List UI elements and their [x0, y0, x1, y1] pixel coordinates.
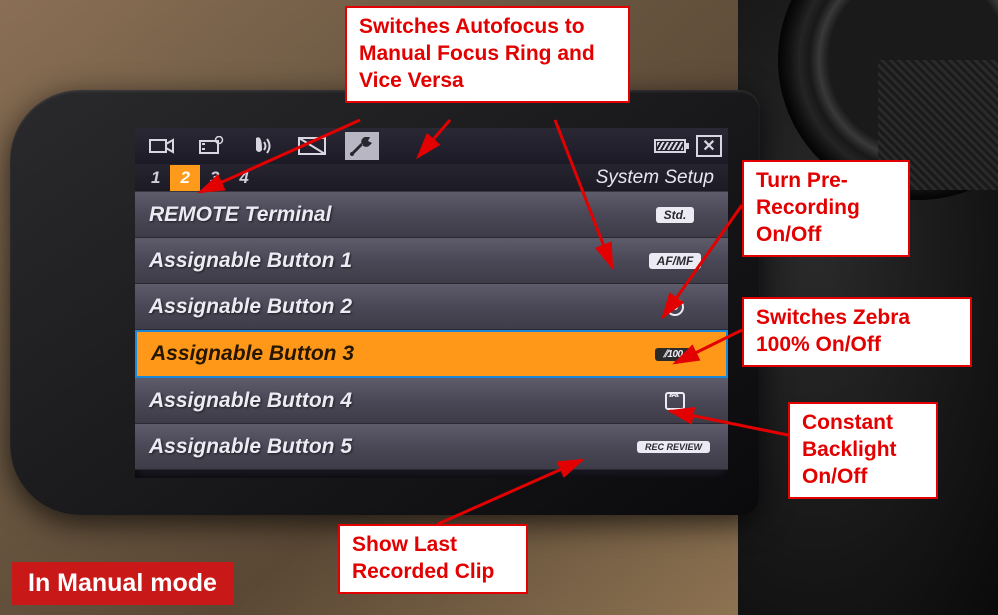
row-label: Assignable Button 4 — [149, 389, 352, 413]
row-assignable-3[interactable]: Assignable Button 3 ⫽100 — [135, 330, 728, 378]
battery-icon — [654, 139, 686, 153]
page-tab-2[interactable]: 2 — [170, 165, 199, 191]
row-remote-terminal[interactable]: REMOTE Terminal Std. — [135, 192, 728, 238]
page-title: System Setup — [596, 167, 714, 189]
wrench-icon[interactable] — [345, 132, 379, 160]
page-tab-1[interactable]: 1 — [141, 165, 170, 191]
audio-icon[interactable] — [245, 132, 279, 160]
row-label: Assignable Button 5 — [149, 435, 352, 459]
menu-rows: REMOTE Terminal Std. Assignable Button 1… — [135, 192, 728, 470]
row-assignable-5[interactable]: Assignable Button 5 REC REVIEW — [135, 424, 728, 470]
close-button[interactable]: ✕ — [696, 135, 722, 157]
row-label: Assignable Button 2 — [149, 295, 352, 319]
row-label: Assignable Button 3 — [151, 342, 354, 366]
callout-recreview: Show Last Recorded Clip — [338, 524, 528, 594]
page-tab-3[interactable]: 3 — [200, 165, 229, 191]
row-value: AF/MF — [649, 253, 702, 269]
page-tab-row: 1 2 3 4 System Setup — [135, 164, 728, 192]
lcd-screen: ✕ 1 2 3 4 System Setup REMOTE Terminal S… — [135, 128, 728, 478]
callout-prerec: Turn Pre-Recording On/Off — [742, 160, 910, 257]
camera-icon[interactable] — [145, 132, 179, 160]
row-value: Std. — [656, 207, 695, 223]
zebra-100-value-icon: ⫽100 — [655, 348, 690, 361]
row-assignable-1[interactable]: Assignable Button 1 AF/MF — [135, 238, 728, 284]
row-value: REC REVIEW — [637, 441, 710, 453]
callout-backlight: Constant Backlight On/Off — [788, 402, 938, 499]
row-label: Assignable Button 1 — [149, 249, 352, 273]
top-tab-bar: ✕ — [135, 128, 728, 164]
mode-tag: In Manual mode — [12, 562, 233, 605]
playback-settings-icon[interactable] — [195, 132, 229, 160]
row-assignable-2[interactable]: Assignable Button 2 — [135, 284, 728, 330]
prerec-value-icon — [662, 297, 688, 317]
backlight-value-icon — [662, 391, 688, 411]
page-tab-4[interactable]: 4 — [229, 165, 258, 191]
display-icon[interactable] — [295, 132, 329, 160]
row-label: REMOTE Terminal — [149, 203, 331, 227]
row-assignable-4[interactable]: Assignable Button 4 — [135, 378, 728, 424]
callout-zebra: Switches Zebra 100% On/Off — [742, 297, 972, 367]
callout-autofocus: Switches Autofocus to Manual Focus Ring … — [345, 6, 630, 103]
